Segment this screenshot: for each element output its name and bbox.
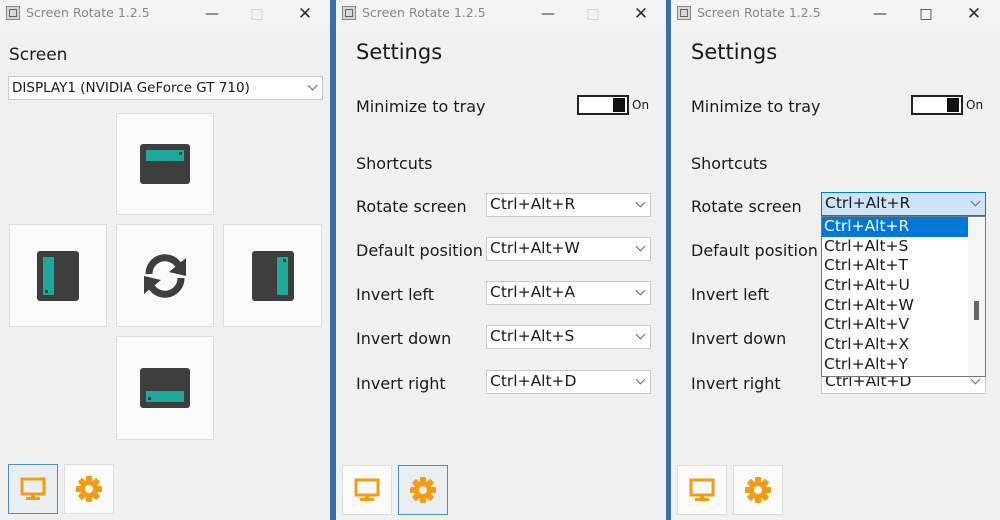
invert-left-value: Ctrl+Alt+A [490, 283, 576, 301]
dropdown-option[interactable]: Ctrl+Alt+X [822, 335, 985, 355]
settings-heading: Settings [691, 40, 778, 64]
screen-nav-button[interactable] [677, 465, 727, 515]
portrait-right-button[interactable] [223, 224, 322, 327]
portrait-left-button[interactable] [9, 224, 107, 327]
dropdown-option[interactable]: Ctrl+Alt+T [822, 256, 985, 276]
settings-heading: Settings [356, 40, 443, 64]
settings-nav-button[interactable] [398, 465, 448, 515]
screen-nav-button[interactable] [8, 464, 58, 514]
dropdown-option[interactable]: Ctrl+Alt+V [822, 315, 985, 335]
rotate-icon [144, 253, 186, 298]
window-title: Screen Rotate 1.2.5 [697, 5, 821, 20]
close-button[interactable]: ✕ [951, 0, 997, 28]
monitor-icon [20, 477, 46, 500]
rotate-screen-value: Ctrl+Alt+R [825, 194, 911, 212]
shortcuts-heading: Shortcuts [691, 154, 768, 173]
portrait-left-screen-icon [37, 250, 79, 301]
chevron-down-icon [970, 196, 981, 207]
minimize-button[interactable]: — [189, 0, 235, 28]
chevron-down-icon [635, 197, 646, 208]
rotate-screen-select[interactable]: Ctrl+Alt+R [821, 192, 986, 216]
screen-nav-button[interactable] [342, 465, 392, 515]
rotate-screen-value: Ctrl+Alt+R [490, 195, 576, 213]
dropdown-scrollbar[interactable] [968, 217, 985, 376]
invert-down-value: Ctrl+Alt+S [490, 327, 575, 345]
default-position-value: Ctrl+Alt+W [490, 239, 580, 257]
toggle-knob [947, 98, 959, 112]
dropdown-option[interactable]: Ctrl+Alt+R [822, 217, 985, 237]
minimize-to-tray-toggle[interactable] [577, 95, 629, 115]
rotate-button[interactable] [116, 224, 214, 327]
minimize-to-tray-label: Minimize to tray [691, 97, 821, 116]
window-title: Screen Rotate 1.2.5 [362, 5, 486, 20]
display-select-value: DISPLAY1 (NVIDIA GeForce GT 710) [12, 80, 250, 96]
invert-left-label: Invert left [356, 285, 435, 304]
chevron-down-icon [635, 241, 646, 252]
close-button[interactable]: ✕ [282, 0, 328, 28]
window-settings: Screen Rotate 1.2.5 — □ ✕ Settings Minim… [336, 0, 666, 520]
landscape-button[interactable] [116, 113, 214, 215]
app-icon [6, 6, 20, 20]
invert-down-label: Invert down [691, 329, 787, 348]
invert-down-label: Invert down [356, 329, 452, 348]
minimize-to-tray-label: Minimize to tray [356, 97, 486, 116]
portrait-right-screen-icon [251, 250, 294, 301]
chevron-down-icon [635, 374, 646, 385]
window-main: Screen Rotate 1.2.5 — □ ✕ Screen DISPLAY… [0, 0, 330, 520]
maximize-button[interactable]: □ [234, 0, 280, 28]
invert-right-label: Invert right [356, 374, 446, 393]
close-button[interactable]: ✕ [618, 0, 664, 28]
dropdown-option[interactable]: Ctrl+Alt+Y [822, 355, 985, 375]
display-select[interactable]: DISPLAY1 (NVIDIA GeForce GT 710) [8, 76, 323, 100]
title-bar[interactable]: Screen Rotate 1.2.5 — □ ✕ [336, 0, 666, 28]
rotate-screen-label: Rotate screen [691, 197, 802, 216]
invert-right-value: Ctrl+Alt+D [490, 372, 577, 390]
dropdown-option[interactable]: Ctrl+Alt+W [822, 296, 985, 316]
title-bar[interactable]: Screen Rotate 1.2.5 — □ ✕ [671, 0, 1000, 28]
invert-right-label: Invert right [691, 374, 781, 393]
toggle-knob [613, 98, 625, 112]
default-position-label: Default position [356, 241, 483, 260]
toggle-state-label: On [632, 98, 650, 112]
gear-icon [76, 476, 102, 502]
shortcuts-heading: Shortcuts [356, 154, 433, 173]
app-icon [677, 6, 691, 20]
screen-label: Screen [9, 45, 68, 65]
rotate-screen-label: Rotate screen [356, 197, 467, 216]
dropdown-option[interactable]: Ctrl+Alt+S [822, 237, 985, 257]
maximize-button[interactable]: □ [570, 0, 616, 28]
default-position-label: Default position [691, 241, 818, 260]
invert-left-label: Invert left [691, 285, 770, 304]
title-bar[interactable]: Screen Rotate 1.2.5 — □ ✕ [0, 0, 330, 28]
landscape-flipped-screen-icon [140, 368, 190, 408]
toggle-state-label: On [966, 98, 984, 112]
rotate-screen-select[interactable]: Ctrl+Alt+R [486, 193, 651, 217]
minimize-button[interactable]: — [525, 0, 571, 28]
gear-icon [410, 477, 436, 503]
monitor-icon [354, 478, 380, 501]
landscape-screen-icon [140, 144, 190, 184]
minimize-button[interactable]: — [857, 0, 903, 28]
minimize-to-tray-toggle[interactable] [911, 95, 963, 115]
settings-nav-button[interactable] [64, 464, 114, 514]
chevron-down-icon [635, 285, 646, 296]
invert-right-select[interactable]: Ctrl+Alt+D [486, 370, 651, 394]
chevron-down-icon [307, 80, 318, 91]
default-position-select[interactable]: Ctrl+Alt+W [486, 237, 651, 261]
app-icon [342, 6, 356, 20]
invert-left-select[interactable]: Ctrl+Alt+A [486, 281, 651, 305]
invert-down-select[interactable]: Ctrl+Alt+S [486, 325, 651, 349]
settings-nav-button[interactable] [733, 465, 783, 515]
landscape-flipped-button[interactable] [116, 336, 214, 440]
gear-icon [745, 477, 771, 503]
shortcut-dropdown-list[interactable]: Ctrl+Alt+R Ctrl+Alt+S Ctrl+Alt+T Ctrl+Alt+U… [821, 216, 986, 377]
chevron-down-icon [635, 329, 646, 340]
dropdown-option[interactable]: Ctrl+Alt+U [822, 276, 985, 296]
window-title: Screen Rotate 1.2.5 [26, 5, 150, 20]
scrollbar-thumb[interactable] [974, 301, 979, 320]
maximize-button[interactable]: □ [903, 0, 949, 28]
monitor-icon [689, 478, 715, 501]
